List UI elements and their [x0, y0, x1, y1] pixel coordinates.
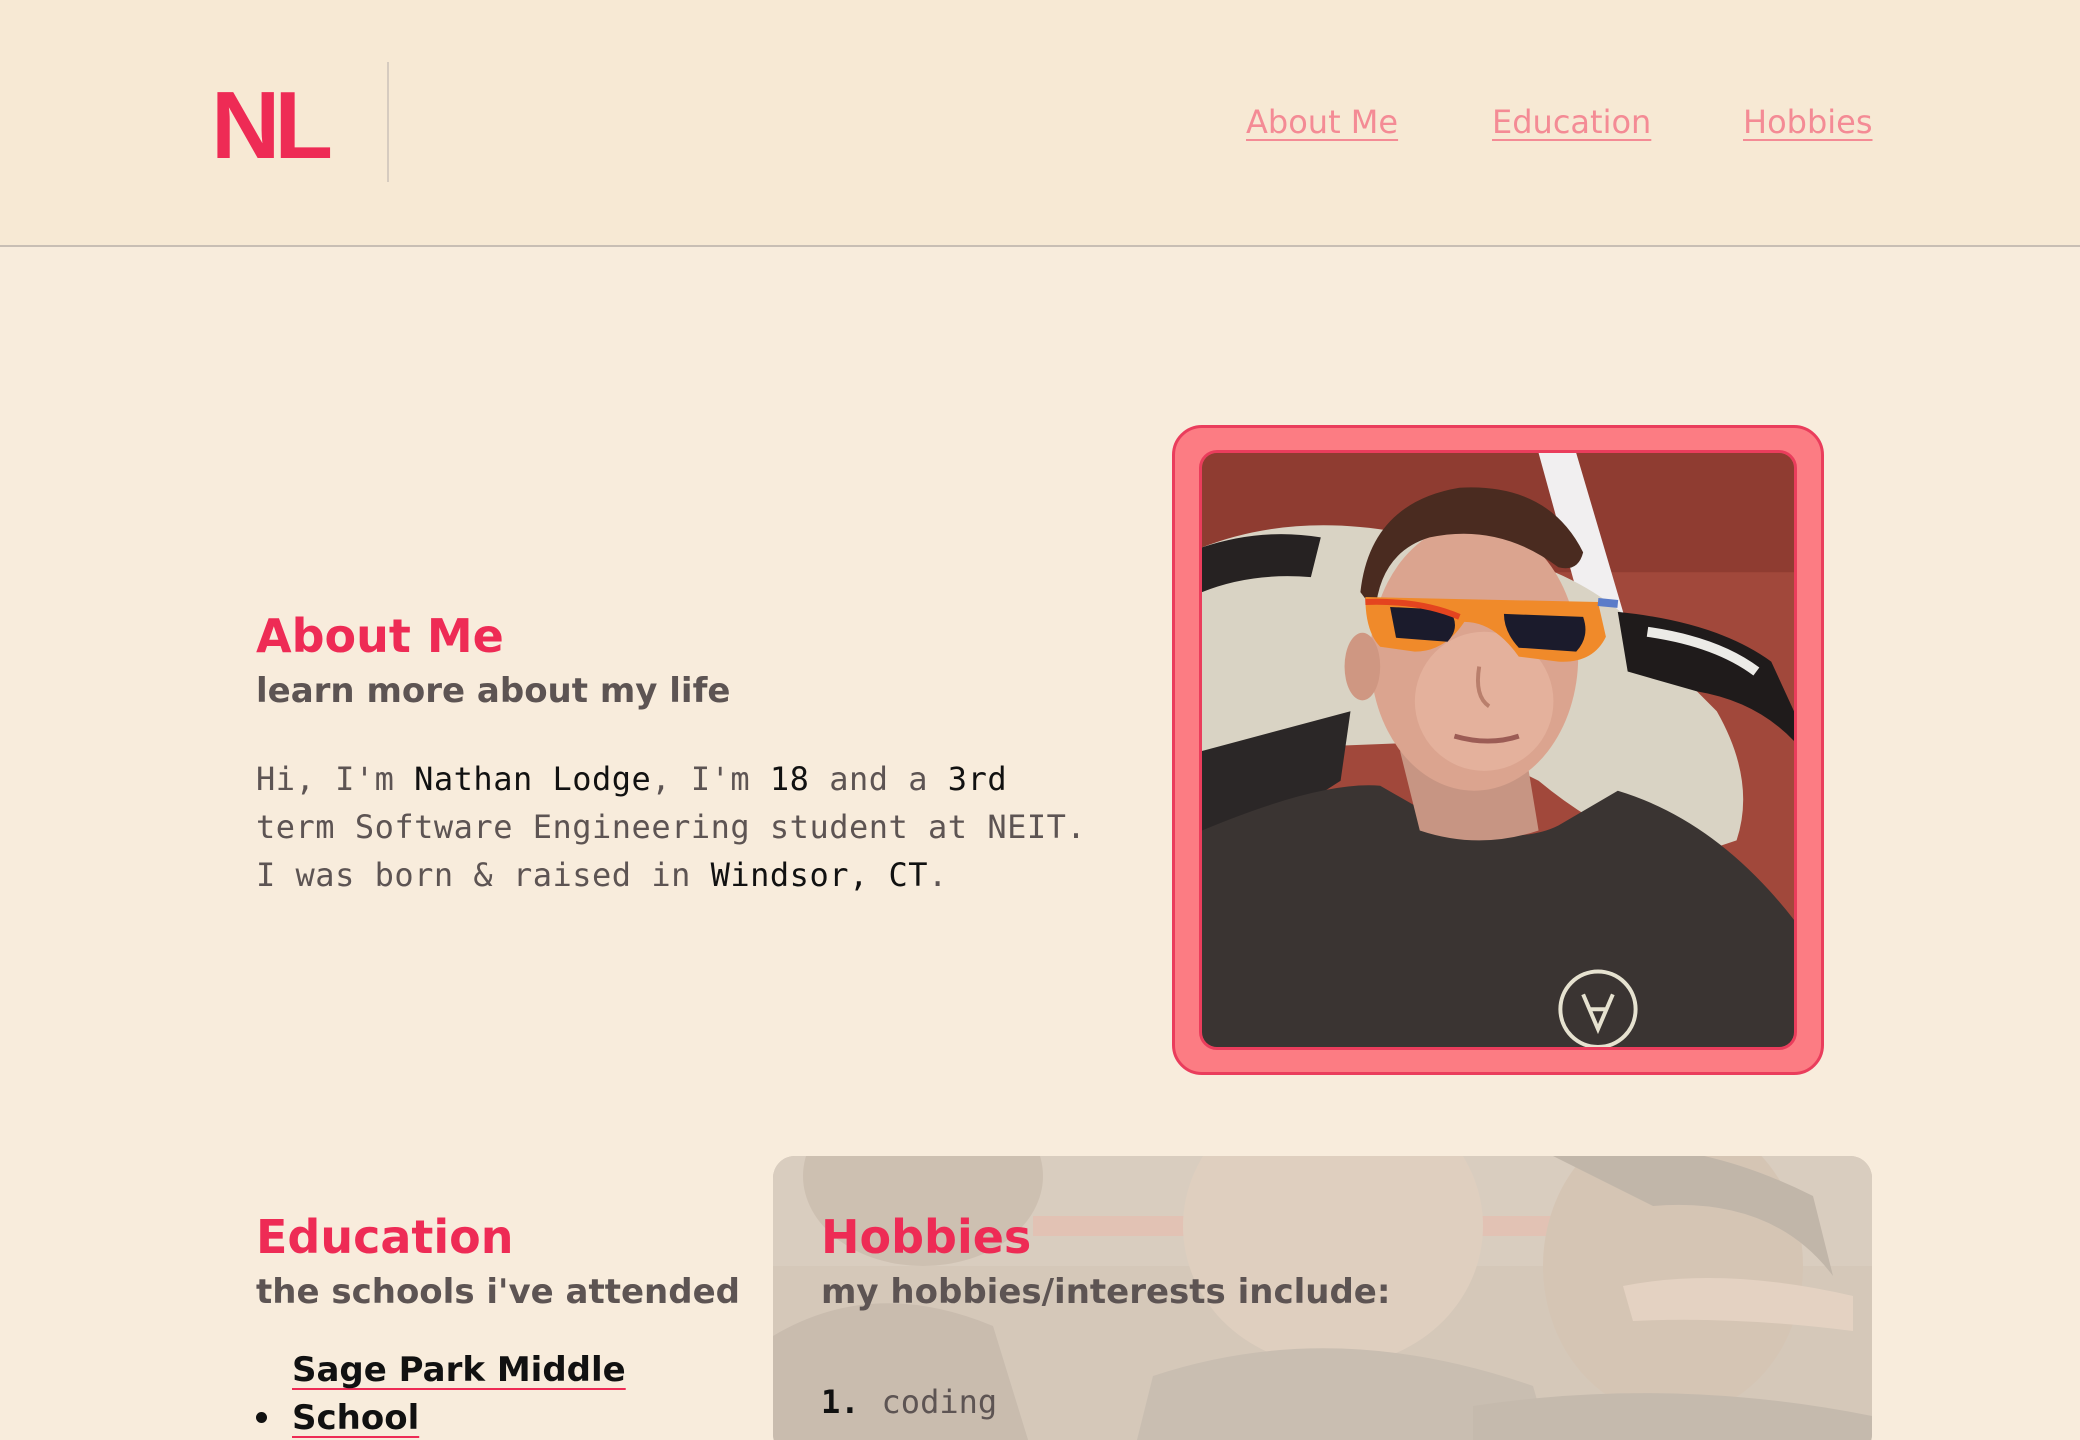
hobbies-title: Hobbies: [821, 1210, 1032, 1264]
hobby-label: coding: [881, 1383, 998, 1421]
nav-link-hobbies[interactable]: Hobbies: [1743, 100, 1873, 144]
about-text: , I'm: [651, 760, 770, 798]
about-age: 18: [769, 760, 810, 798]
site-logo[interactable]: NL: [211, 76, 333, 176]
site-header: NL About Me Education Hobbies: [0, 0, 2080, 247]
nav-link-education[interactable]: Education: [1492, 100, 1651, 144]
about-hometown: Windsor, CT: [710, 856, 929, 894]
education-title: Education: [256, 1210, 514, 1264]
school-name-line: Sage Park Middle: [292, 1350, 626, 1390]
about-text: Hi, I'm: [256, 760, 415, 798]
about-subtitle: learn more about my life: [256, 671, 731, 711]
hobby-item: 1. coding: [821, 1378, 997, 1426]
about-text: and a: [809, 760, 948, 798]
profile-photo-frame: [1172, 425, 1824, 1075]
school-name-line: School: [292, 1398, 420, 1438]
about-title: About Me: [256, 609, 504, 663]
about-text: term Software Engineering student at NEI…: [256, 808, 1087, 894]
hobbies-list: 1. coding: [821, 1378, 997, 1426]
school-link[interactable]: Sage Park Middle School: [292, 1350, 626, 1438]
school-item: Sage Park Middle School: [256, 1346, 636, 1440]
nav-link-about-me[interactable]: About Me: [1246, 100, 1398, 144]
education-subtitle: the schools i've attended: [256, 1272, 740, 1312]
about-paragraph: Hi, I'm Nathan Lodge, I'm 18 and a 3rd t…: [256, 755, 1096, 899]
bullet-icon: [256, 1412, 267, 1423]
hobbies-subtitle: my hobbies/interests include:: [821, 1272, 1391, 1312]
about-name: Nathan Lodge: [414, 760, 652, 798]
hobbies-card: Hobbies my hobbies/interests include: 1.…: [773, 1156, 1872, 1440]
about-text: .: [928, 856, 948, 894]
school-list: Sage Park Middle School: [256, 1346, 636, 1440]
about-term: 3rd: [947, 760, 1008, 798]
hobby-number: 1.: [821, 1383, 860, 1421]
profile-photo: [1199, 450, 1797, 1050]
header-divider: [387, 62, 389, 182]
